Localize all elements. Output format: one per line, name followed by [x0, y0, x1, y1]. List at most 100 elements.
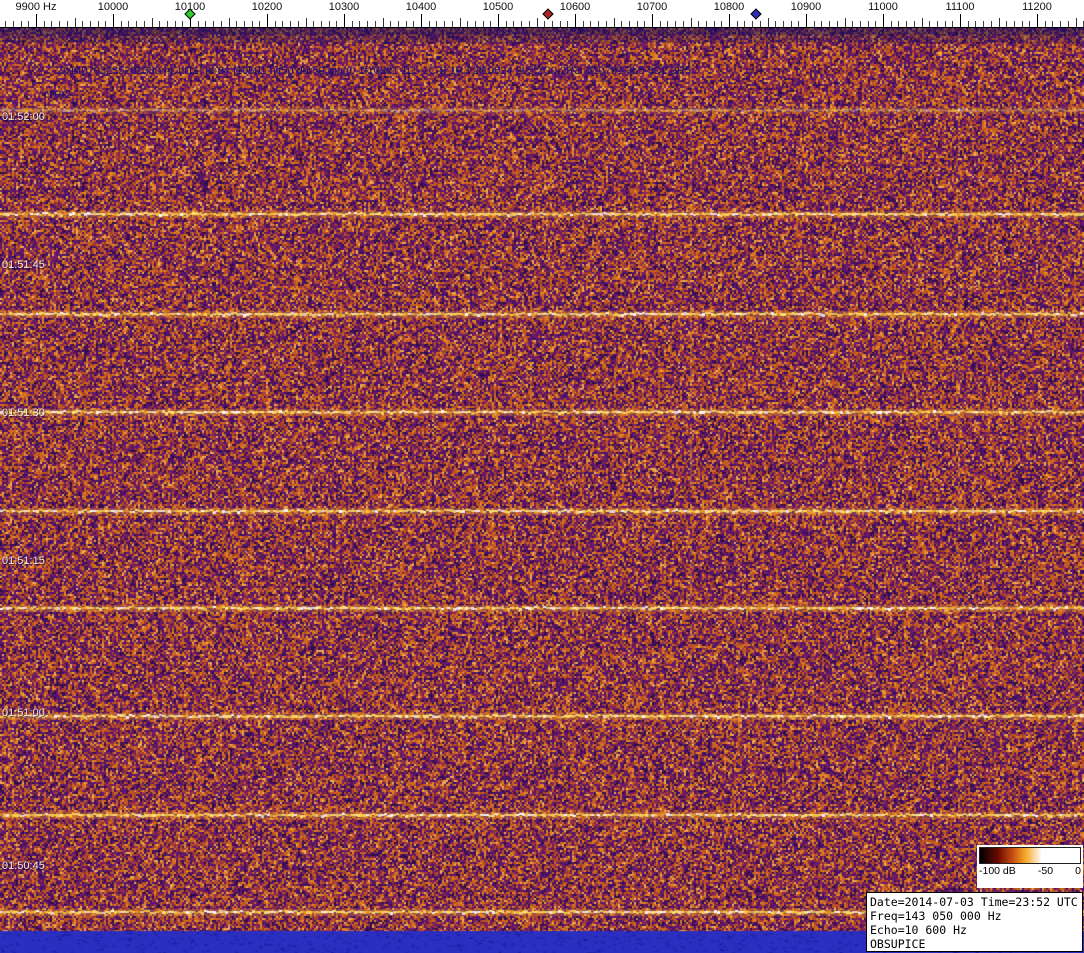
ruler-tick — [868, 21, 869, 27]
ruler-tick — [644, 21, 645, 27]
ruler-tick — [152, 18, 153, 27]
ruler-tick — [290, 21, 291, 27]
ruler-tick — [90, 21, 91, 27]
ruler-tick — [198, 21, 199, 27]
freq-tick-label: 10500 — [482, 1, 514, 13]
ruler-tick — [336, 21, 337, 27]
time-tick-label: 01:52:00 — [2, 111, 45, 123]
db-color-scale-legend: -100 dB -50 0 — [977, 845, 1083, 888]
freq-tick-label: 10600 — [559, 1, 591, 13]
ruler-tick — [221, 21, 222, 27]
spectrogram-canvas[interactable] — [0, 28, 1084, 953]
ruler-tick — [929, 21, 930, 27]
ruler-tick — [606, 21, 607, 27]
time-tick-label: 01:51:30 — [2, 407, 45, 419]
ruler-tick — [1052, 21, 1053, 27]
ruler-tick — [852, 21, 853, 27]
ruler-tick — [945, 21, 946, 27]
ruler-tick — [791, 21, 792, 27]
ruler-tick — [475, 21, 476, 27]
spectrogram-app-window: 9900 Hz 10000 10100 10200 10300 10400 10500 106… — [0, 0, 1084, 953]
ruler-tick — [683, 21, 684, 27]
detection-log-text: 20140703235202380 hCnt11 nb-84 f10601 hi… — [57, 65, 692, 77]
ruler-tick — [28, 21, 29, 27]
ruler-tick — [960, 14, 961, 27]
ruler-tick — [67, 21, 68, 27]
ruler-tick — [213, 21, 214, 27]
ruler-tick — [1045, 21, 1046, 27]
ruler-tick — [706, 21, 707, 27]
ruler-tick — [352, 21, 353, 27]
time-tick-label: 01:50:45 — [2, 860, 45, 872]
ruler-tick — [298, 21, 299, 27]
ruler-tick — [460, 18, 461, 27]
ruler-tick — [698, 21, 699, 27]
info-freq-line: Freq=143 050 000 Hz — [870, 909, 1002, 923]
ruler-tick — [529, 21, 530, 27]
ruler-tick — [806, 14, 807, 27]
ruler-tick — [583, 21, 584, 27]
ruler-tick — [498, 14, 499, 27]
ruler-tick — [483, 21, 484, 27]
ruler-tick — [1029, 21, 1030, 27]
red-diamond-marker[interactable] — [542, 8, 554, 20]
freq-tick-label: 10200 — [251, 1, 283, 13]
ruler-tick — [1068, 21, 1069, 27]
ruler-tick — [860, 21, 861, 27]
freq-tick-label: 11000 — [868, 1, 898, 13]
freq-tick-label: 10700 — [636, 1, 668, 13]
ruler-tick — [144, 21, 145, 27]
freq-tick-label: 10900 — [790, 1, 822, 13]
ruler-tick — [629, 21, 630, 27]
ruler-tick — [614, 18, 615, 27]
freq-tick-label: 11100 — [945, 1, 975, 13]
ruler-tick — [113, 14, 114, 27]
ruler-tick — [837, 21, 838, 27]
ruler-tick — [267, 14, 268, 27]
ruler-tick — [51, 21, 52, 27]
ruler-tick — [44, 21, 45, 27]
ruler-tick — [660, 21, 661, 27]
legend-max-label: 0 — [1075, 865, 1081, 877]
ruler-tick — [537, 18, 538, 27]
ruler-tick — [760, 21, 761, 27]
ruler-tick — [744, 21, 745, 27]
info-station-line: OBSUPICE — [870, 937, 926, 951]
freq-tick-label: 10800 — [713, 1, 745, 13]
waterfall-plot-area[interactable]: 20140703235202380 hCnt11 nb-84 f10601 hi… — [0, 28, 1084, 953]
ruler-tick — [167, 21, 168, 27]
ruler-tick — [829, 21, 830, 27]
ruler-tick — [675, 21, 676, 27]
ruler-tick — [506, 21, 507, 27]
ruler-tick — [914, 21, 915, 27]
ruler-tick — [952, 21, 953, 27]
ruler-tick — [259, 21, 260, 27]
ruler-tick — [390, 21, 391, 27]
ruler-tick — [721, 21, 722, 27]
ruler-tick — [21, 21, 22, 27]
ruler-tick — [991, 21, 992, 27]
ruler-tick — [567, 21, 568, 27]
observation-info-box: Date=2014-07-03 Time=23:52 UTC Freq=143 … — [866, 892, 1083, 952]
ruler-tick — [128, 21, 129, 27]
ruler-tick — [252, 21, 253, 27]
blue-diamond-marker[interactable] — [750, 8, 762, 20]
ruler-tick — [922, 18, 923, 27]
ruler-tick — [1060, 21, 1061, 27]
ruler-tick — [798, 21, 799, 27]
ruler-tick — [975, 21, 976, 27]
freq-tick-label: 11200 — [1022, 1, 1052, 13]
ruler-tick — [575, 14, 576, 27]
ruler-tick — [244, 21, 245, 27]
ruler-tick — [444, 21, 445, 27]
ruler-tick — [729, 14, 730, 27]
ruler-tick — [205, 21, 206, 27]
ruler-tick — [883, 14, 884, 27]
ruler-tick — [306, 18, 307, 27]
ruler-tick — [182, 21, 183, 27]
ruler-tick — [1037, 14, 1038, 27]
ruler-tick — [367, 21, 368, 27]
ruler-tick — [752, 21, 753, 27]
ruler-tick — [1006, 21, 1007, 27]
ruler-tick — [891, 21, 892, 27]
